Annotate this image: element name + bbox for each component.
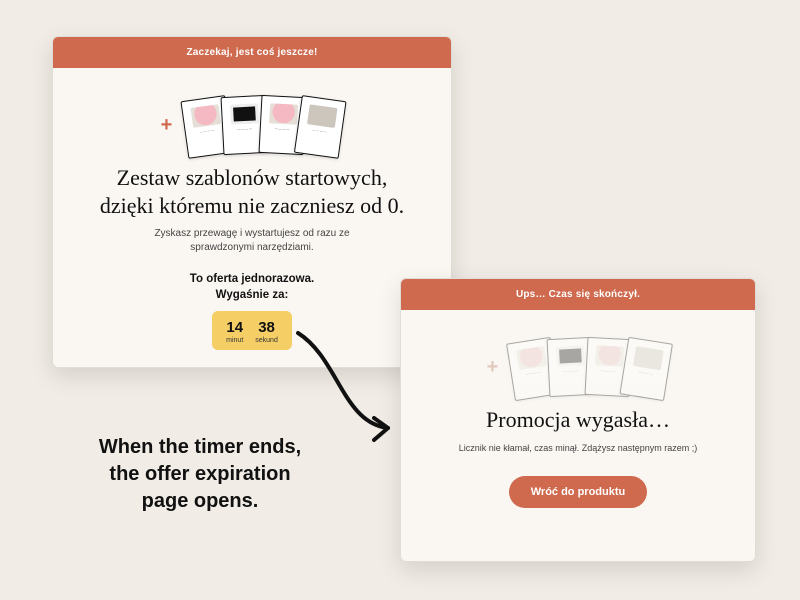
expired-header-bar: Ups… Czas się skończył. xyxy=(401,279,755,310)
offer-timer-label: To oferta jednorazowa. Wygaśnie za: xyxy=(77,272,427,303)
template-card: — — — — xyxy=(620,337,674,401)
offer-cards-row: + — — — — — — — — — — — — — — — — xyxy=(77,96,427,154)
countdown-timer: 14 minut 38 sekund xyxy=(212,311,292,350)
offer-header-bar: Zaczekaj, jest coś jeszcze! xyxy=(53,37,451,68)
offer-headline: Zestaw szablonów startowych, dzięki któr… xyxy=(77,164,427,219)
timer-minutes-cell: 14 minut xyxy=(226,319,243,344)
back-to-product-button[interactable]: Wróć do produktu xyxy=(509,476,648,508)
expired-header-text: Ups… Czas się skończył. xyxy=(516,289,640,300)
timer-seconds-value: 38 xyxy=(255,319,278,336)
offer-headline-line1: Zestaw szablonów startowych, xyxy=(117,165,388,190)
explainer-caption: When the timer ends, the offer expiratio… xyxy=(60,434,340,515)
timer-seconds-unit: sekund xyxy=(255,337,278,344)
plus-icon: + xyxy=(161,114,173,137)
expired-cards-row: + — — — — — — — — — — — — — — — — xyxy=(425,338,731,396)
template-cards-stack: — — — — — — — — — — — — — — — — xyxy=(184,96,343,154)
offer-subtext: Zyskasz przewagę i wystartujesz od razu … xyxy=(122,227,382,254)
offer-headline-line2: dzięki któremu nie zaczniesz od 0. xyxy=(100,193,404,218)
timer-minutes-unit: minut xyxy=(226,337,243,344)
caption-line3: page opens. xyxy=(142,490,259,512)
caption-line2: the offer expiration xyxy=(109,463,290,485)
expired-body: + — — — — — — — — — — — — — — — — Promoc… xyxy=(401,310,755,534)
template-cards-stack-expired: — — — — — — — — — — — — — — — — xyxy=(510,338,669,396)
expired-subtext: Licznik nie kłamał, czas minął. Zdążysz … xyxy=(458,442,698,454)
timer-minutes-value: 14 xyxy=(226,319,243,336)
expired-panel: Ups… Czas się skończył. + — — — — — — — … xyxy=(400,278,756,562)
offer-header-text: Zaczekaj, jest coś jeszcze! xyxy=(186,47,317,58)
expired-headline: Promocja wygasła… xyxy=(425,406,731,434)
offer-timer-label-line1: To oferta jednorazowa. xyxy=(190,273,314,285)
plus-icon: + xyxy=(487,356,499,379)
offer-panel: Zaczekaj, jest coś jeszcze! + — — — — — … xyxy=(52,36,452,368)
offer-timer-label-line2: Wygaśnie za: xyxy=(216,289,289,301)
timer-seconds-cell: 38 sekund xyxy=(255,319,278,344)
template-card: — — — — xyxy=(294,95,347,159)
offer-body: + — — — — — — — — — — — — — — — — Zestaw… xyxy=(53,68,451,368)
caption-line1: When the timer ends, xyxy=(99,436,301,458)
